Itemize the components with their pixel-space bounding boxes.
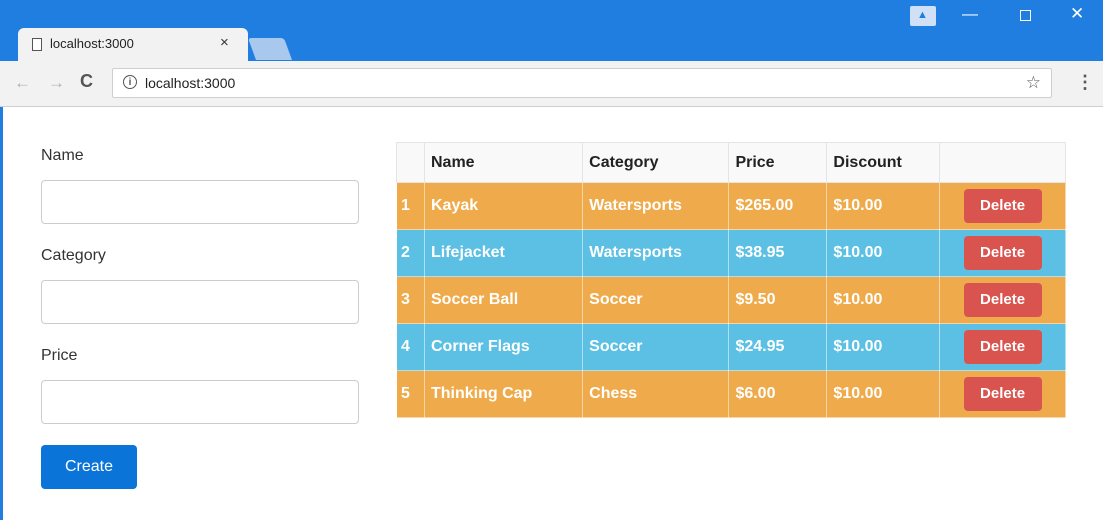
row-name: Thinking Cap xyxy=(423,370,584,418)
row-index: 1 xyxy=(396,182,425,230)
row-actions: Delete xyxy=(939,229,1066,277)
delete-button[interactable]: Delete xyxy=(963,283,1042,317)
row-category: Watersports xyxy=(582,229,730,277)
row-name: Soccer Ball xyxy=(423,276,584,324)
row-discount: $10.00 xyxy=(826,182,941,230)
reload-icon[interactable]: C xyxy=(80,71,93,92)
price-label: Price xyxy=(41,347,78,364)
browser-tab[interactable]: localhost:3000 × xyxy=(18,28,248,62)
row-discount: $10.00 xyxy=(826,370,941,418)
star-icon[interactable]: ☆ xyxy=(1026,73,1041,93)
row-index: 4 xyxy=(396,323,425,371)
delete-button[interactable]: Delete xyxy=(963,236,1042,270)
back-icon[interactable]: ← xyxy=(14,73,31,93)
row-actions: Delete xyxy=(939,276,1066,324)
table-header-row: Name Category Price Discount xyxy=(396,142,1066,183)
header-actions xyxy=(939,142,1066,183)
delete-button[interactable]: Delete xyxy=(963,189,1042,223)
profile-button[interactable]: ▲ xyxy=(910,6,936,26)
header-name: Name xyxy=(423,142,584,183)
profile-icon: ▲ xyxy=(917,9,928,21)
name-input[interactable] xyxy=(41,180,359,224)
close-tab-icon[interactable]: × xyxy=(220,34,229,51)
row-discount: $10.00 xyxy=(826,229,941,277)
new-tab-button[interactable] xyxy=(247,38,293,60)
row-index: 2 xyxy=(396,229,425,277)
row-price: $9.50 xyxy=(728,276,828,324)
table-row: 4 Corner Flags Soccer $24.95 $10.00 Dele… xyxy=(396,323,1066,371)
row-category: Chess xyxy=(582,370,730,418)
forward-icon[interactable]: → xyxy=(48,73,65,93)
name-label: Name xyxy=(41,147,84,164)
url-text[interactable]: localhost:3000 xyxy=(145,75,235,91)
row-name: Lifejacket xyxy=(423,229,584,277)
header-price: Price xyxy=(728,142,828,183)
row-actions: Delete xyxy=(939,182,1066,230)
row-discount: $10.00 xyxy=(826,323,941,371)
row-price: $265.00 xyxy=(728,182,828,230)
table-row: 3 Soccer Ball Soccer $9.50 $10.00 Delete xyxy=(396,276,1066,324)
row-category: Soccer xyxy=(582,323,730,371)
window-close-icon[interactable]: ✕ xyxy=(1070,4,1084,24)
header-category: Category xyxy=(582,142,730,183)
price-input[interactable] xyxy=(41,380,359,424)
row-name: Corner Flags xyxy=(423,323,584,371)
table-row: 5 Thinking Cap Chess $6.00 $10.00 Delete xyxy=(396,370,1066,418)
file-icon xyxy=(32,38,42,51)
browser-toolbar: ← → C i localhost:3000 ☆ ⋮ xyxy=(0,61,1103,107)
row-actions: Delete xyxy=(939,370,1066,418)
row-price: $6.00 xyxy=(728,370,828,418)
row-discount: $10.00 xyxy=(826,276,941,324)
row-category: Watersports xyxy=(582,182,730,230)
row-index: 5 xyxy=(396,370,425,418)
header-discount: Discount xyxy=(826,142,941,183)
row-price: $24.95 xyxy=(728,323,828,371)
create-button[interactable]: Create xyxy=(41,445,137,489)
menu-icon[interactable]: ⋮ xyxy=(1076,72,1094,93)
row-name: Kayak xyxy=(423,182,584,230)
minimize-icon[interactable]: — xyxy=(962,6,978,24)
row-index: 3 xyxy=(396,276,425,324)
row-actions: Delete xyxy=(939,323,1066,371)
products-table: Name Category Price Discount 1 Kayak Wat… xyxy=(396,142,1066,418)
header-index xyxy=(396,142,425,183)
row-price: $38.95 xyxy=(728,229,828,277)
delete-button[interactable]: Delete xyxy=(963,377,1042,411)
tab-title: localhost:3000 xyxy=(50,36,134,51)
address-bar[interactable]: i localhost:3000 ☆ xyxy=(112,68,1052,98)
table-row: 1 Kayak Watersports $265.00 $10.00 Delet… xyxy=(396,182,1066,230)
table-row: 2 Lifejacket Watersports $38.95 $10.00 D… xyxy=(396,229,1066,277)
info-icon[interactable]: i xyxy=(123,75,137,89)
browser-titlebar: localhost:3000 × ▲ — ✕ xyxy=(0,0,1103,62)
category-input[interactable] xyxy=(41,280,359,324)
maximize-icon[interactable] xyxy=(1020,10,1031,21)
category-label: Category xyxy=(41,247,106,264)
delete-button[interactable]: Delete xyxy=(963,330,1042,364)
page-content: Name Category Price Create Name Category… xyxy=(0,107,1103,520)
row-category: Soccer xyxy=(582,276,730,324)
